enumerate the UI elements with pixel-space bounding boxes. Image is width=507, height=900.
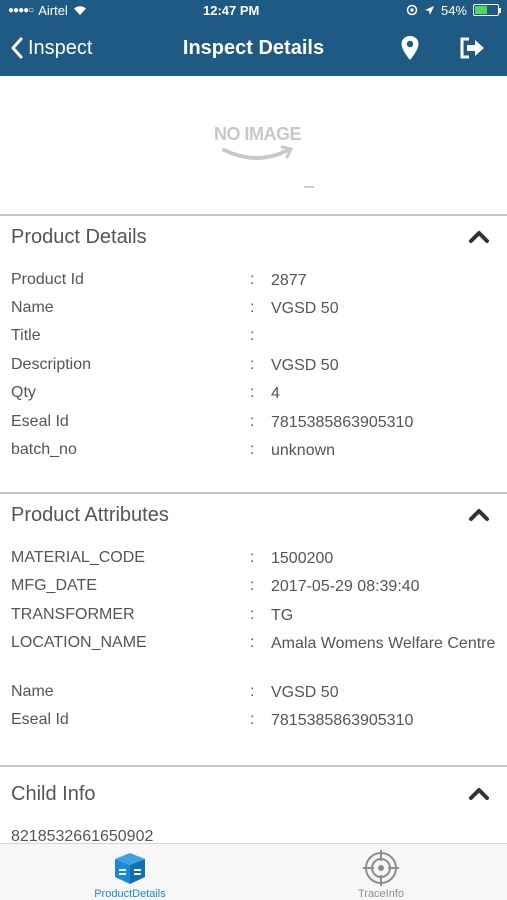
row-label: Description <box>11 356 92 373</box>
image-indicator <box>304 186 314 188</box>
map-pin-icon[interactable] <box>398 35 422 61</box>
row-label: Qty <box>11 384 36 401</box>
status-time: 12:47 PM <box>203 2 260 18</box>
row-separator: : <box>250 577 255 594</box>
no-image-text: NO IMAGE <box>213 124 302 144</box>
row-label: MATERIAL_CODE <box>11 549 145 566</box>
crosshair-icon <box>363 850 399 886</box>
smile-arrow-icon <box>222 145 294 160</box>
row-separator: : <box>250 549 255 566</box>
row-label: TRANSFORMER <box>11 606 135 623</box>
tab-bar: ProductDetails TraceInfo <box>0 843 507 900</box>
product-image-area: NO IMAGE <box>0 76 507 214</box>
row-separator: : <box>250 271 255 288</box>
row-value: unknown <box>271 442 336 459</box>
battery-icon <box>473 4 501 16</box>
row-value: 1500200 <box>271 550 334 567</box>
tab-label: TraceInfo <box>357 888 405 900</box>
box-icon <box>115 853 145 884</box>
tab-label: ProductDetails <box>94 888 166 900</box>
tab-product-details[interactable]: ProductDetails <box>80 844 180 900</box>
carrier-name: Airtel <box>38 2 68 18</box>
row-label: MFG_DATE <box>11 577 97 594</box>
row-label: Eseal Id <box>11 711 69 728</box>
row-value: 7815385863905310 <box>271 712 414 729</box>
row-label: batch_no <box>11 441 77 458</box>
row-separator: : <box>250 299 255 316</box>
child-info-title[interactable]: Child Info <box>11 783 96 806</box>
chevron-left-icon <box>11 37 23 59</box>
row-separator: : <box>250 711 255 728</box>
tab-trace-info[interactable]: TraceInfo <box>331 844 431 900</box>
row-separator: : <box>250 356 255 373</box>
row-label: LOCATION_NAME <box>11 634 147 651</box>
row-value: VGSD 50 <box>271 684 339 701</box>
row-separator: : <box>250 683 255 700</box>
row-label: Name <box>11 299 54 316</box>
row-label: Product Id <box>11 271 84 288</box>
product-details-title[interactable]: Product Details <box>11 226 147 249</box>
row-value: 2877 <box>271 272 307 289</box>
wifi-icon <box>73 5 86 15</box>
battery-level <box>475 6 487 14</box>
section-divider <box>0 214 507 216</box>
navigation-bar: Inspect Inspect Details <box>0 20 507 76</box>
row-label: Title <box>11 327 41 344</box>
row-value: 7815385863905310 <box>271 414 414 431</box>
section-divider <box>0 765 507 767</box>
row-value: VGSD 50 <box>271 357 339 374</box>
chevron-up-icon[interactable] <box>468 507 490 521</box>
chevron-up-icon[interactable] <box>468 229 490 243</box>
row-separator: : <box>250 327 255 344</box>
sign-out-icon[interactable] <box>458 35 486 61</box>
battery-percent: 54% <box>440 2 467 18</box>
chevron-up-icon[interactable] <box>468 786 490 800</box>
row-value: Amala Womens Welfare Centre <box>271 635 496 652</box>
row-value: TG <box>271 607 294 624</box>
section-divider <box>0 492 507 494</box>
row-value: 2017-05-29 08:39:40 <box>271 578 420 595</box>
location-arrow-icon <box>424 5 434 15</box>
row-label: Name <box>11 683 54 700</box>
row-separator: : <box>250 634 255 651</box>
row-label: Eseal Id <box>11 413 69 430</box>
row-value: VGSD 50 <box>271 300 339 317</box>
orientation-lock-icon <box>406 4 418 16</box>
row-separator: : <box>250 384 255 401</box>
row-separator: : <box>250 441 255 458</box>
product-attributes-title[interactable]: Product Attributes <box>11 504 169 527</box>
signal-icon: ●●●●○ <box>8 4 34 16</box>
row-value: 4 <box>271 385 280 402</box>
row-separator: : <box>250 606 255 623</box>
no-image-placeholder: NO IMAGE <box>205 124 310 174</box>
status-bar: ●●●●○ Airtel 12:47 PM 54% <box>0 0 507 20</box>
row-separator: : <box>250 413 255 430</box>
back-label: Inspect <box>28 36 93 59</box>
back-button[interactable]: Inspect <box>10 20 92 76</box>
